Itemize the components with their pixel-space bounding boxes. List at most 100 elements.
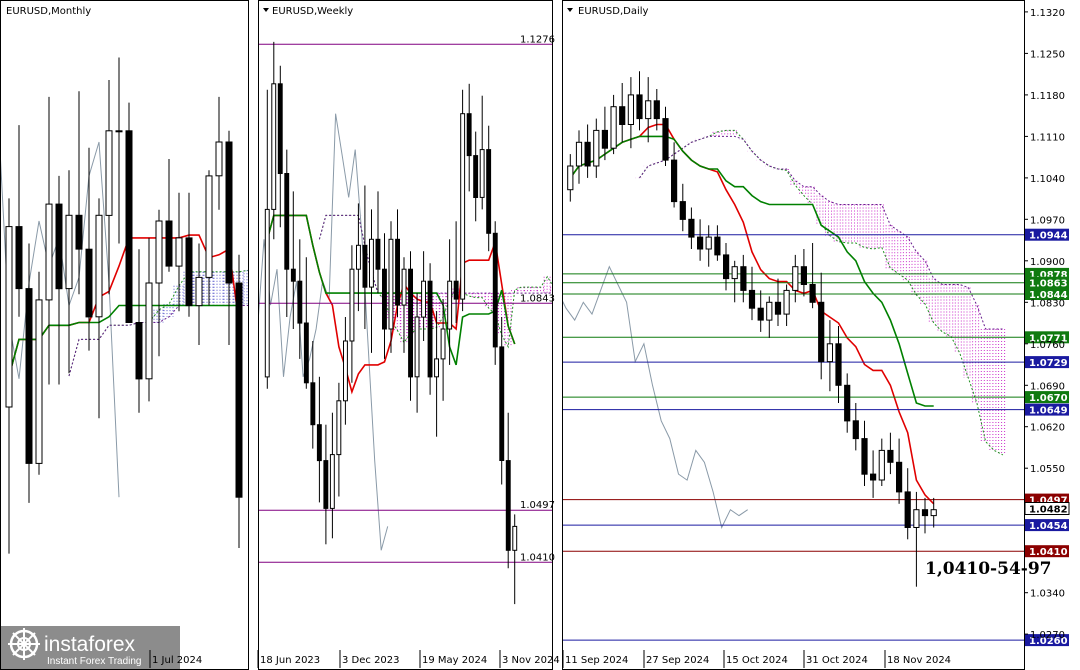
candle-body bbox=[575, 141, 583, 167]
y-tick-label: 1.0270 bbox=[1030, 630, 1065, 641]
weekly-panel-frame bbox=[258, 0, 553, 670]
candle bbox=[460, 89, 466, 312]
candle-body bbox=[336, 400, 342, 456]
current-price-tag: 1.0482 bbox=[1024, 502, 1070, 516]
candle-body bbox=[85, 248, 93, 318]
candle-body bbox=[185, 237, 193, 307]
candle-body bbox=[414, 316, 420, 378]
candle-body bbox=[748, 289, 756, 309]
level-tag: 1.0454 bbox=[1025, 519, 1069, 532]
candle-body bbox=[362, 244, 368, 288]
current-price-label: 1.0482 bbox=[1029, 505, 1068, 516]
candle-body bbox=[5, 226, 13, 408]
candle-body bbox=[800, 266, 807, 286]
candle-body bbox=[774, 301, 782, 315]
candle-body bbox=[878, 449, 885, 481]
weekly-title: EURUSD,Weekly bbox=[272, 6, 353, 17]
candle-body bbox=[356, 244, 361, 270]
level-label: 1.0410 bbox=[520, 552, 555, 563]
level-tag-label: 1.0649 bbox=[1029, 406, 1068, 417]
candle-body bbox=[25, 288, 33, 464]
monthly-title: EURUSD,Monthly bbox=[6, 6, 91, 17]
candle-body bbox=[225, 141, 233, 284]
support-zone-annotation: 1,0410-54-97 bbox=[925, 559, 1052, 579]
candle-body bbox=[427, 280, 433, 378]
y-tick-label: 1.0830 bbox=[1030, 298, 1065, 309]
candle-body bbox=[75, 214, 83, 250]
candle-body bbox=[15, 226, 23, 290]
level-tag-label: 1.0454 bbox=[1029, 521, 1068, 532]
candle-body bbox=[492, 232, 498, 348]
candle-body bbox=[697, 236, 704, 250]
candle-body bbox=[904, 491, 911, 528]
level-label: 1.0497 bbox=[520, 500, 555, 511]
candle-body bbox=[215, 141, 223, 177]
candle-body bbox=[115, 130, 123, 133]
candle-body bbox=[135, 322, 143, 380]
candle-body bbox=[382, 268, 387, 330]
candle-body bbox=[627, 94, 634, 126]
candle-body bbox=[466, 113, 472, 157]
candle-body bbox=[818, 301, 825, 363]
candle bbox=[427, 263, 433, 395]
candle-body bbox=[175, 237, 183, 267]
y-tick-label: 1.0900 bbox=[1030, 257, 1065, 268]
candle-body bbox=[165, 220, 173, 267]
candle bbox=[125, 102, 133, 323]
candle-body bbox=[453, 280, 459, 300]
x-tick-label: 31 Oct 2024 bbox=[806, 655, 868, 666]
candle-body bbox=[375, 238, 381, 270]
y-tick-label: 1.1250 bbox=[1030, 49, 1065, 60]
x-tick-label: 19 May 2024 bbox=[422, 655, 487, 666]
candle-body bbox=[740, 266, 747, 291]
candle-body bbox=[343, 340, 348, 402]
candle-body bbox=[310, 382, 316, 426]
candle-body bbox=[645, 100, 652, 120]
candle-body bbox=[486, 149, 492, 234]
candle-body bbox=[447, 280, 453, 330]
candle-body bbox=[95, 214, 103, 318]
level-tag-label: 1.0729 bbox=[1029, 358, 1068, 369]
candle-body bbox=[913, 509, 920, 529]
candle-body bbox=[460, 113, 466, 300]
level-tag: 1.0649 bbox=[1025, 403, 1069, 417]
y-tick-label: 1.0340 bbox=[1030, 589, 1065, 600]
candle-body bbox=[369, 238, 374, 288]
candle-body bbox=[277, 83, 283, 174]
candle-body bbox=[401, 268, 407, 306]
candle-body bbox=[65, 214, 73, 290]
watermark-brand: instaforex bbox=[44, 633, 136, 656]
candle-body bbox=[195, 276, 203, 307]
candle-body bbox=[473, 155, 479, 199]
level-tag-label: 1.0410 bbox=[1029, 547, 1068, 558]
candle-body bbox=[653, 100, 660, 120]
chart-canvas: 1 Jul 20241.12761.08431.04971.041018 Jun… bbox=[0, 0, 1070, 670]
candle-body bbox=[408, 268, 414, 378]
candle-body bbox=[731, 266, 738, 280]
candle-body bbox=[688, 218, 695, 238]
candle-body bbox=[155, 220, 163, 284]
candle-body bbox=[45, 203, 53, 301]
x-tick-label: 3 Nov 2024 bbox=[502, 655, 560, 666]
watermark-tagline: Instant Forex Trading bbox=[47, 656, 142, 667]
candle-body bbox=[861, 438, 868, 475]
candle-body bbox=[421, 280, 427, 318]
candle-body bbox=[601, 129, 608, 149]
candle-body bbox=[705, 236, 712, 250]
y-tick-label: 1.0760 bbox=[1030, 340, 1065, 351]
candle-body bbox=[593, 129, 600, 167]
candle-body bbox=[662, 118, 669, 161]
candle-body bbox=[499, 346, 505, 461]
candle-body bbox=[349, 268, 355, 342]
candle-body bbox=[434, 358, 440, 378]
level-tag: 1.0410 bbox=[1025, 545, 1069, 558]
candle-body bbox=[783, 289, 790, 315]
candle bbox=[492, 221, 498, 365]
candle-body bbox=[290, 268, 296, 282]
candle-body bbox=[395, 238, 401, 306]
candle-body bbox=[610, 106, 617, 149]
y-tick-label: 1.1180 bbox=[1030, 91, 1065, 102]
candle-body bbox=[264, 208, 270, 378]
candle-body bbox=[723, 254, 730, 280]
y-tick-label: 1.0690 bbox=[1030, 381, 1065, 392]
